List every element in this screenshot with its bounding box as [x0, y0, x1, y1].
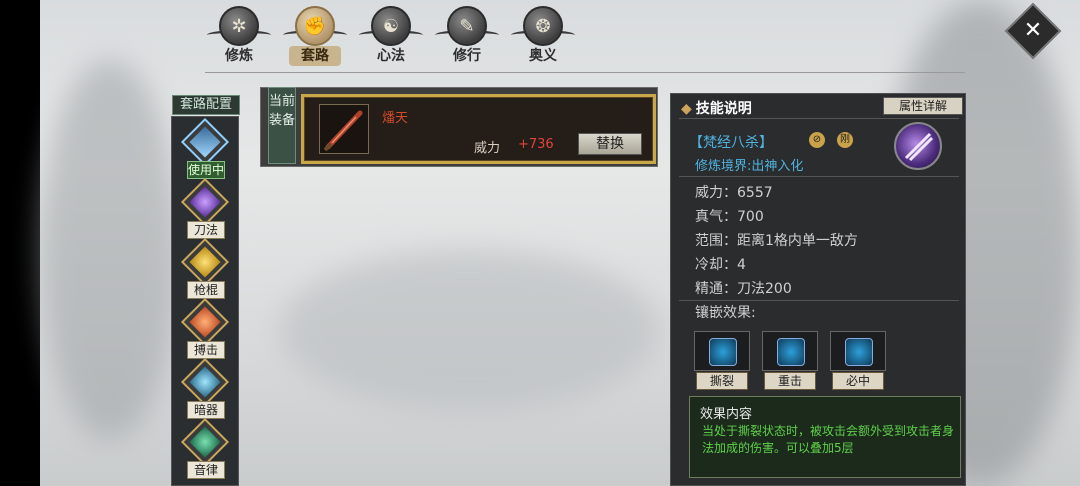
fist-emblem-icon: ✊ [295, 6, 335, 46]
divider [679, 118, 959, 119]
inlay-effects-label: 镶嵌效果: [695, 305, 756, 321]
practice-emblem-icon: ✎ [447, 6, 487, 46]
stat-mastery: 精通：刀法200 [695, 281, 792, 297]
blade-gem-icon [180, 177, 230, 227]
tab-label: 套路 [289, 46, 341, 66]
category-label: 枪棍 [187, 281, 225, 299]
sure-hit-icon [845, 338, 873, 366]
skill-name: 【梵经八杀】 [689, 135, 773, 151]
tab-mystery[interactable]: ❂ 奥义 [509, 6, 577, 68]
category-label: 音律 [187, 461, 225, 479]
current-equipment-label: 当前装备 [268, 87, 296, 164]
in-use-gem-icon [180, 117, 230, 167]
replace-button[interactable]: 替换 [578, 133, 642, 155]
hidden-weapon-gem-icon [180, 357, 230, 407]
inlay-slot-sure-hit[interactable]: 必中 [829, 330, 887, 390]
category-music[interactable]: 音律 [179, 417, 233, 481]
heart-method-emblem-icon: ☯ [371, 6, 411, 46]
inlay-label: 必中 [832, 372, 884, 390]
inlay-label: 重击 [764, 372, 816, 390]
close-icon: ✕ [1023, 18, 1043, 43]
tab-label: 修炼 [225, 48, 253, 64]
tab-label: 修行 [453, 48, 481, 64]
category-in-use[interactable]: 使用中 [179, 117, 233, 181]
top-tab-bar: ✲ 修炼 ✊ 套路 ☯ 心法 ✎ 修行 ❂ 奥义 [205, 6, 577, 68]
blade-badge-icon: ⊘ [809, 132, 825, 148]
stat-qi: 真气：700 [695, 209, 764, 225]
music-gem-icon [180, 417, 230, 467]
category-label: 暗器 [187, 401, 225, 419]
mist-center [280, 250, 660, 410]
tab-routines[interactable]: ✊ 套路 [281, 6, 349, 68]
effect-title: 效果内容 [700, 407, 753, 422]
cultivation-emblem-icon: ✲ [219, 6, 259, 46]
equipment-name: 燔天 [382, 111, 409, 126]
hard-type-badge: 刚 [837, 132, 853, 148]
blade-item-icon[interactable] [319, 104, 369, 154]
category-label: 使用中 [187, 161, 225, 179]
sidebar-title: 套路配置 [172, 95, 240, 115]
effect-box: 效果内容 当处于撕裂状态时，被攻击会额外受到攻击者身法加成的伤害。可以叠加5层 [689, 396, 961, 478]
category-spear[interactable]: 枪棍 [179, 237, 233, 301]
stat-cooldown: 冷却：4 [695, 257, 746, 273]
category-list: 使用中 刀法 枪棍 搏击 暗器 音律 [171, 116, 239, 486]
spear-gem-icon [180, 237, 230, 287]
inlay-slot-tear[interactable]: 撕裂 [693, 330, 751, 390]
tab-label: 奥义 [529, 48, 557, 64]
category-hidden-weapon[interactable]: 暗器 [179, 357, 233, 421]
power-bonus: +736 [518, 137, 554, 152]
cultivation-realm: 修炼境界:出神入化 [695, 159, 804, 174]
left-black-bar [0, 0, 40, 486]
tab-practice[interactable]: ✎ 修行 [433, 6, 501, 68]
skill-panel: ◆ 技能说明 属性详解 【梵经八杀】 ⊘ 刚 修炼境界:出神入化 威力：6557 … [670, 93, 966, 486]
power-label: 威力 [474, 141, 501, 156]
inlay-label: 撕裂 [696, 372, 748, 390]
tab-cultivation[interactable]: ✲ 修炼 [205, 6, 273, 68]
attribute-detail-button[interactable]: 属性详解 [883, 97, 963, 115]
divider [679, 176, 959, 177]
top-divider [205, 72, 965, 73]
divider [679, 300, 959, 301]
mist-left [40, 60, 180, 440]
heavy-strike-icon [777, 338, 805, 366]
diamond-icon: ◆ [681, 101, 692, 117]
tear-icon [709, 338, 737, 366]
category-label: 搏击 [187, 341, 225, 359]
stat-power: 威力：6557 [695, 185, 773, 201]
stat-range: 范围：距离1格内单一敌方 [695, 233, 858, 249]
inlay-slot-heavy-strike[interactable]: 重击 [761, 330, 819, 390]
fist-gem-icon [180, 297, 230, 347]
category-blade[interactable]: 刀法 [179, 177, 233, 241]
panel-title: ◆ 技能说明 [681, 101, 752, 117]
effect-text: 当处于撕裂状态时，被攻击会额外受到攻击者身法加成的伤害。可以叠加5层 [702, 424, 955, 455]
skill-icon[interactable] [894, 122, 942, 170]
tab-label: 心法 [377, 48, 405, 64]
tab-heart-method[interactable]: ☯ 心法 [357, 6, 425, 68]
mystery-emblem-icon: ❂ [523, 6, 563, 46]
category-fist[interactable]: 搏击 [179, 297, 233, 361]
equipment-slot[interactable]: 燔天 威力 +736 替换 [301, 94, 656, 164]
category-label: 刀法 [187, 221, 225, 239]
